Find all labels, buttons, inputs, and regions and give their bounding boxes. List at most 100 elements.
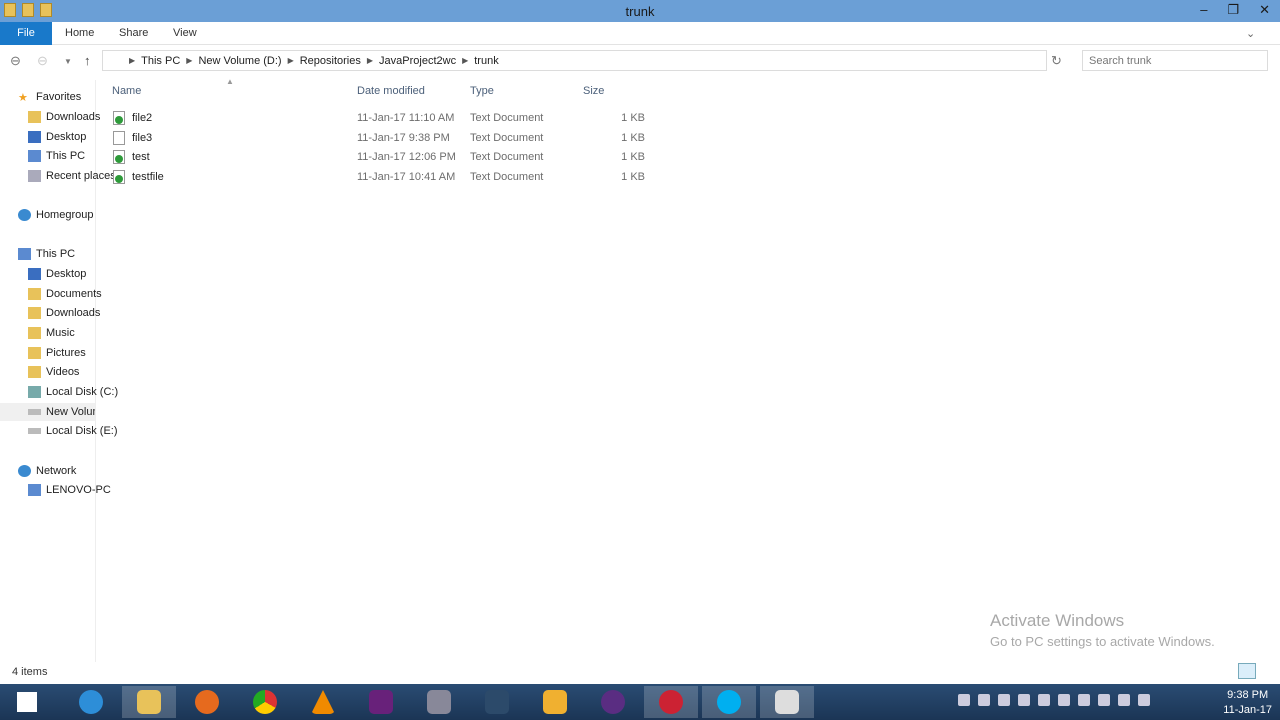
tab-file[interactable]: File (0, 22, 52, 45)
tools-icon (427, 690, 451, 714)
nav-pictures[interactable]: Pictures (28, 344, 122, 362)
mysql-workbench-icon (485, 690, 509, 714)
tray-icon[interactable] (1038, 694, 1050, 706)
recent-locations-icon[interactable]: ▼ (64, 57, 72, 66)
details-view-button[interactable] (1238, 663, 1256, 679)
tray-icon[interactable] (998, 694, 1010, 706)
tab-home[interactable]: Home (65, 27, 94, 39)
forward-button[interactable]: ⊖ (37, 53, 48, 69)
battery-icon[interactable] (1118, 694, 1130, 706)
videos-folder-icon (28, 366, 41, 378)
svn-ok-file-icon (113, 150, 125, 164)
file-row-file2[interactable]: file2 11-Jan-17 11:10 AM Text Document 1 KB (110, 108, 650, 128)
breadcrumb-repositories[interactable]: Repositories (300, 55, 361, 67)
svn-ok-file-icon (113, 170, 125, 184)
nav-lenovo-pc[interactable]: LENOVO-PC (28, 481, 122, 499)
taskbar-outlook[interactable] (528, 686, 582, 718)
windows-icon (17, 692, 37, 712)
expand-ribbon-icon[interactable]: ⌄ (1246, 27, 1255, 40)
taskbar-vlc[interactable] (296, 686, 350, 718)
tab-share[interactable]: Share (119, 27, 148, 39)
refresh-button[interactable]: ↻ (1051, 53, 1062, 69)
nav-desktop[interactable]: Desktop (28, 128, 122, 146)
volume-icon[interactable] (1138, 694, 1150, 706)
taskbar-app[interactable] (586, 686, 640, 718)
taskbar-recorder[interactable] (760, 686, 814, 718)
chrome-icon[interactable] (1018, 694, 1030, 706)
nav-desktop-pc[interactable]: Desktop (28, 265, 122, 283)
drive-icon (28, 409, 41, 415)
maximize-button[interactable]: ❐ (1227, 2, 1239, 18)
desktop-icon (28, 268, 41, 280)
homegroup-icon (18, 209, 31, 221)
nav-this-pc-fav[interactable]: This PC (28, 147, 122, 165)
folder-icon (28, 288, 41, 300)
back-button[interactable]: ⊖ (10, 53, 21, 69)
nav-local-disk-e[interactable]: Local Disk (E:) (28, 422, 122, 440)
nav-network[interactable]: Network (18, 462, 112, 480)
file-row-file3[interactable]: file3 11-Jan-17 9:38 PM Text Document 1 KB (110, 128, 650, 148)
nav-favorites[interactable]: ★ Favorites (18, 88, 112, 106)
recorder-icon (775, 690, 799, 714)
nav-homegroup[interactable]: Homegroup (18, 206, 112, 224)
keyboard-icon[interactable] (958, 694, 970, 706)
taskbar-file-explorer[interactable] (122, 686, 176, 718)
breadcrumb-this-pc[interactable]: This PC (141, 55, 180, 67)
nav-this-pc[interactable]: This PC (18, 245, 112, 263)
recent-icon (28, 170, 41, 182)
system-tray[interactable] (958, 694, 1150, 706)
taskbar-chrome[interactable] (238, 686, 292, 718)
column-name[interactable]: Name (112, 85, 141, 97)
column-date-modified[interactable]: Date modified (357, 85, 425, 97)
text-file-icon (113, 131, 125, 145)
breadcrumb-new-volume[interactable]: New Volume (D:) (198, 55, 281, 67)
breadcrumb-trunk[interactable]: trunk (474, 55, 498, 67)
tray-icon[interactable] (978, 694, 990, 706)
tab-view[interactable]: View (173, 27, 197, 39)
address-bar[interactable]: ▶ This PC ▶ New Volume (D:) ▶ Repositories … (102, 50, 1047, 71)
activation-watermark: Activate Windows Go to PC settings to ac… (990, 611, 1215, 649)
file-row-testfile[interactable]: testfile 11-Jan-17 10:41 AM Text Document 1… (110, 167, 650, 187)
flag-icon[interactable] (1098, 694, 1110, 706)
pictures-folder-icon (28, 347, 41, 359)
ribbon: File Home Share View ⌄ (0, 22, 1280, 45)
window-title: trunk (625, 4, 655, 19)
close-button[interactable]: ✕ (1259, 2, 1270, 18)
taskbar-visual-studio[interactable] (354, 686, 408, 718)
taskbar-skype[interactable] (702, 686, 756, 718)
up-button[interactable]: ↑ (84, 53, 91, 68)
tray-icon[interactable] (1058, 694, 1070, 706)
breadcrumb-javaproject2wc[interactable]: JavaProject2wc (379, 55, 456, 67)
drive-icon (28, 386, 41, 398)
app-icon (601, 690, 625, 714)
file-row-test[interactable]: test 11-Jan-17 12:06 PM Text Document 1 KB (110, 147, 650, 167)
search-input[interactable]: Search trunk (1082, 50, 1268, 71)
large-icons-view-button[interactable] (1259, 663, 1275, 679)
nav-recent-places[interactable]: Recent places (28, 167, 122, 185)
nav-local-disk-c[interactable]: Local Disk (C:) (28, 383, 122, 401)
taskbar-firefox[interactable] (180, 686, 234, 718)
status-item-count: 4 items (12, 666, 48, 678)
start-button[interactable] (0, 686, 54, 718)
desktop-icon (28, 131, 41, 143)
taskbar-mysql[interactable] (470, 686, 524, 718)
nav-new-volume-d[interactable]: New Volume (D:) (0, 403, 95, 421)
vlc-icon (311, 690, 335, 714)
nav-documents[interactable]: Documents (28, 285, 122, 303)
taskbar-tools[interactable] (412, 686, 466, 718)
nav-videos[interactable]: Videos (28, 363, 122, 381)
taskbar-ie[interactable] (64, 686, 118, 718)
nav-music[interactable]: Music (28, 324, 122, 342)
column-size[interactable]: Size (583, 85, 604, 97)
sort-ascending-icon: ▲ (226, 77, 234, 86)
minimize-button[interactable]: – (1200, 2, 1207, 18)
title-bar: trunk – ❐ ✕ (0, 0, 1280, 22)
computer-icon (28, 150, 41, 162)
signal-icon[interactable] (1078, 694, 1090, 706)
taskbar-browser[interactable] (644, 686, 698, 718)
nav-downloads[interactable]: Downloads (28, 108, 122, 126)
clock[interactable]: 9:38 PM 11-Jan-17 (1223, 688, 1272, 718)
network-icon (18, 465, 31, 477)
column-type[interactable]: Type (470, 85, 494, 97)
nav-downloads-pc[interactable]: Downloads (28, 304, 122, 322)
